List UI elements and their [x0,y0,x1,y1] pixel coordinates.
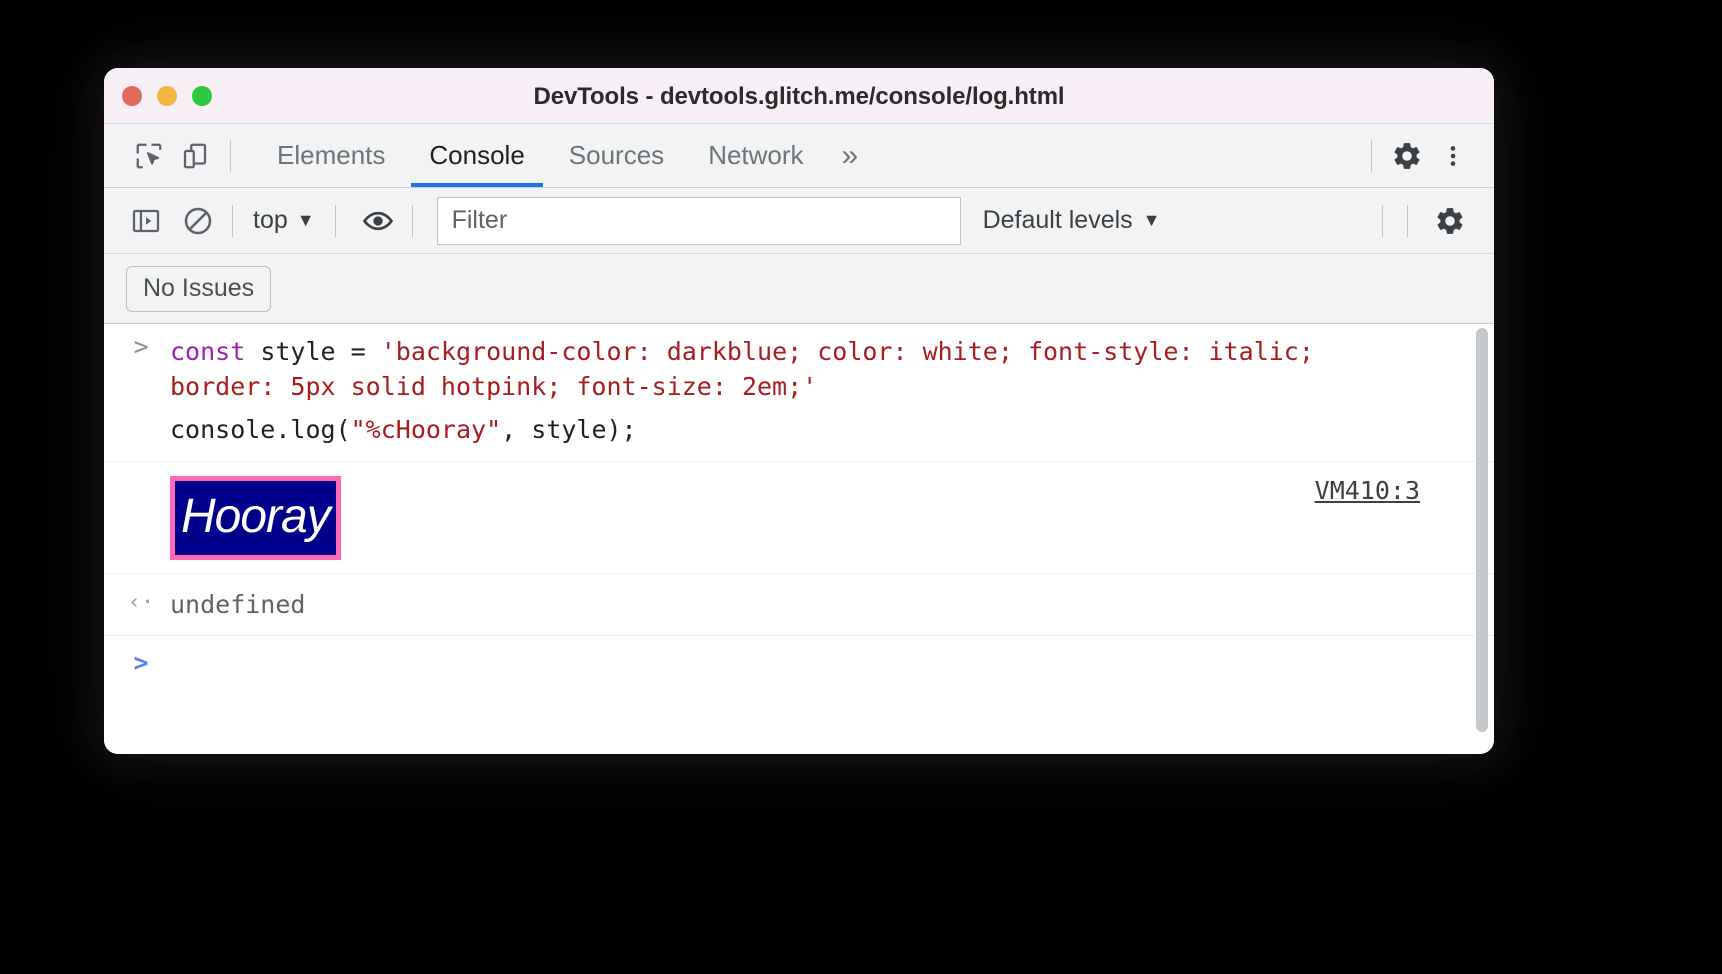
toolbar-right-actions [1370,199,1494,243]
tabbar-right-actions [1359,133,1494,179]
window-title: DevTools - devtools.glitch.me/console/lo… [533,83,1065,110]
execution-context-value: top [253,206,288,234]
console-scrollbar-thumb[interactable] [1476,328,1488,732]
input-prompt-icon: > [133,332,149,361]
inspect-element-icon[interactable] [126,133,172,179]
console-result-row: ‹· undefined [104,574,1494,636]
console-styled-output-row: Hooray VM410:3 [104,462,1494,574]
tab-elements[interactable]: Elements [255,124,407,187]
execution-context-selector[interactable]: top ▼ [245,206,323,235]
token-plain: style = [245,337,381,366]
tab-sources[interactable]: Sources [547,124,686,187]
screen: DevTools - devtools.glitch.me/console/lo… [0,0,1722,974]
settings-gear-icon[interactable] [1384,133,1430,179]
console-toolbar: top ▼ Filter Default levels ▼ [104,188,1494,254]
console-result-value: undefined [170,590,306,619]
console-settings-gear-icon[interactable] [1428,199,1472,243]
styled-log-output: Hooray [170,475,341,560]
token-call-before: console.log( [170,415,351,444]
tab-network[interactable]: Network [686,124,825,187]
console-messages: > const style = 'background-color: darkb… [104,324,1494,754]
toolbar-divider-2 [334,204,336,237]
filter-input[interactable]: Filter [436,196,961,245]
token-call-after: , style); [501,415,637,444]
toolbar-divider-4 [1382,204,1383,237]
panel-tabs: Elements Console Sources Network » [255,124,874,187]
more-options-icon[interactable] [1430,133,1476,179]
log-levels-selector[interactable]: Default levels ▼ [983,206,1161,235]
window-titlebar: DevTools - devtools.glitch.me/console/lo… [104,68,1494,124]
console-new-prompt-row[interactable]: > [104,636,1494,700]
toolbar-divider-1 [232,204,233,237]
issues-bar: No Issues [104,254,1494,324]
eye-icon[interactable] [356,199,400,243]
new-prompt-icon: > [133,648,149,677]
no-issues-button[interactable]: No Issues [126,265,272,312]
console-scrollbar[interactable] [1476,328,1488,746]
token-keyword: const [170,337,246,366]
log-levels-value: Default levels [982,206,1133,234]
toolbar-divider-3 [411,204,413,237]
chevron-down-icon: ▼ [296,210,315,230]
tabbar-right-divider [1371,139,1372,172]
source-location-link[interactable]: VM410:3 [1315,476,1420,505]
toolbar-divider-5 [1407,204,1408,237]
console-input-row: > const style = 'background-color: darkb… [104,324,1494,462]
tab-console[interactable]: Console [407,124,546,187]
devtools-window: DevTools - devtools.glitch.me/console/lo… [104,68,1494,754]
chevron-down-icon: ▼ [1142,210,1161,230]
console-input-code[interactable]: const style = 'background-color: darkblu… [104,324,1494,410]
clear-console-icon[interactable] [176,199,220,243]
more-tabs-icon[interactable]: » [826,124,875,187]
return-value-icon: ‹· [127,590,155,615]
tabbar-divider [230,139,231,172]
device-toolbar-icon[interactable] [172,133,218,179]
console-sidebar-icon[interactable] [124,199,168,243]
devtools-tabbar: Elements Console Sources Network » [104,124,1494,188]
console-log-code[interactable]: console.log("%cHooray", style); [104,410,1494,461]
token-call-string: "%cHooray" [350,415,502,444]
